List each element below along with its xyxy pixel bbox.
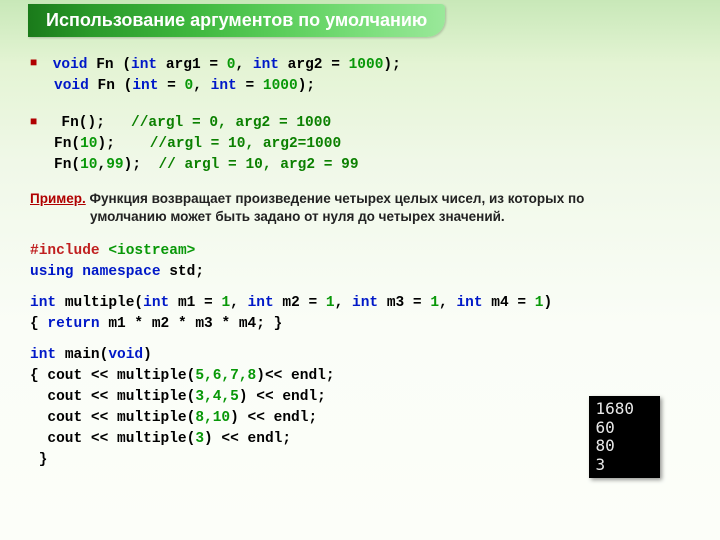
sig-line-1: ■ void Fn (int arg1 = 0, int arg2 = 1000… [30, 55, 690, 76]
note-body-2: умолчанию может быть задано от нуля до ч… [30, 208, 690, 226]
multiple-decl: int multiple(int m1 = 1, int m2 = 1, int… [30, 293, 690, 335]
mul-body-line: { return m1 * m2 * m3 * m4; } [30, 314, 690, 335]
calls-block: ■ Fn(); //argl = 0, arg2 = 1000 Fn(10); … [30, 113, 690, 176]
note-body-1: Функция возвращает произведение четырех … [86, 191, 585, 206]
output-line: 80 [595, 437, 634, 455]
output-line: 1680 [595, 400, 634, 418]
bullet-icon: ■ [30, 114, 44, 131]
call-line-2: Fn(10); //argl = 10, arg2=1000 [30, 134, 690, 155]
note-lead: Пример. [30, 191, 86, 206]
bullet-icon: ■ [30, 55, 44, 72]
example-note: Пример. Функция возвращает произведение … [30, 190, 690, 226]
cout-line-1: { cout << multiple(5,6,7,8)<< endl; [30, 366, 690, 387]
signature-block: ■ void Fn (int arg1 = 0, int arg2 = 1000… [30, 55, 690, 97]
output-line: 3 [595, 456, 634, 474]
using-line: using namespace std; [30, 262, 690, 283]
mul-decl-line: int multiple(int m1 = 1, int m2 = 1, int… [30, 293, 690, 314]
slide-title: Использование аргументов по умолчанию [28, 4, 445, 37]
main-decl-line: int main(void) [30, 345, 690, 366]
call-line-1: ■ Fn(); //argl = 0, arg2 = 1000 [30, 113, 690, 134]
include-line: #include <iostream> [30, 241, 690, 262]
sig-line-2: void Fn (int = 0, int = 1000); [30, 76, 690, 97]
include-block: #include <iostream> using namespace std; [30, 241, 690, 283]
console-output: 1680 60 80 3 [589, 396, 660, 478]
output-line: 60 [595, 419, 634, 437]
call-line-3: Fn(10,99); // argl = 10, arg2 = 99 [30, 155, 690, 176]
